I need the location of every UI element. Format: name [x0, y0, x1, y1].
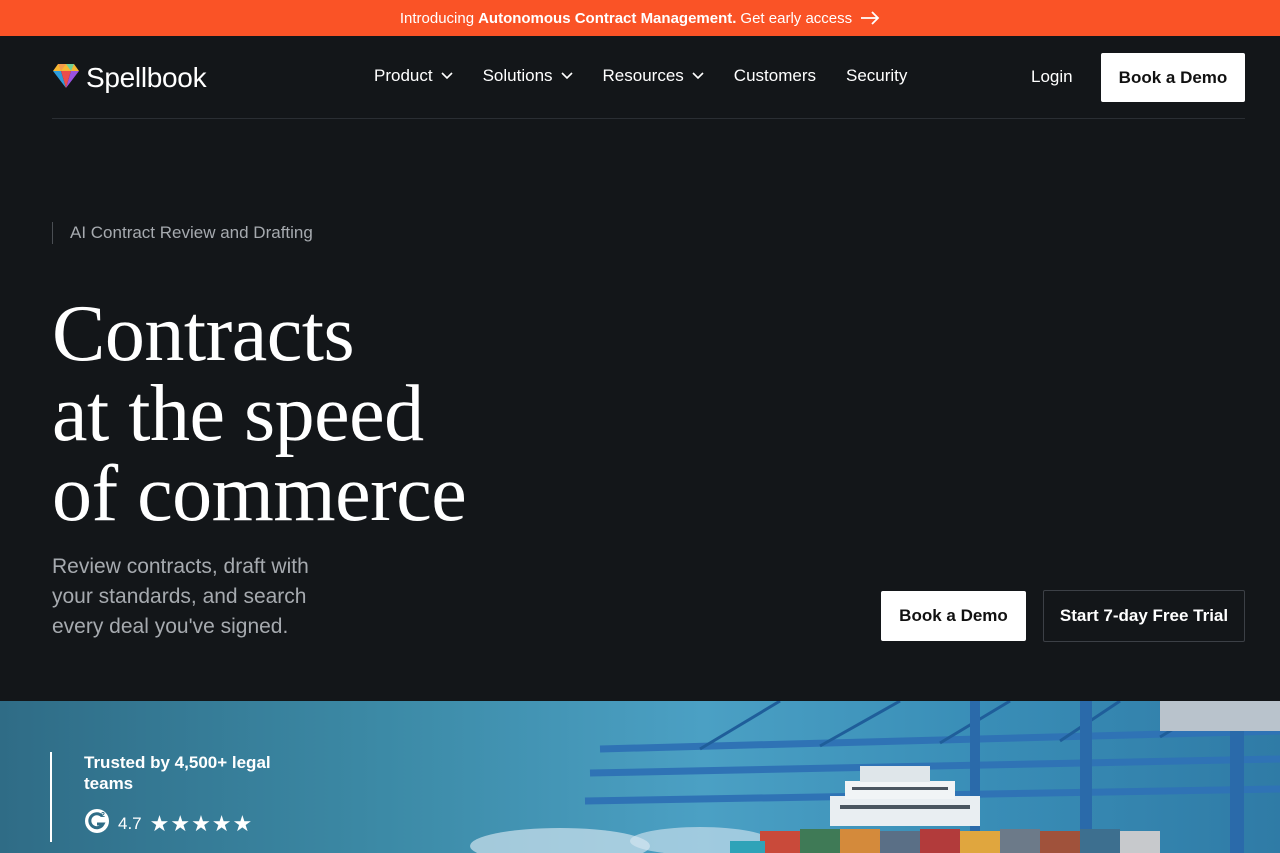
nav-item-solutions[interactable]: Solutions: [483, 66, 573, 86]
chevron-down-icon: [560, 72, 573, 80]
nav-item-resources[interactable]: Resources: [603, 66, 704, 86]
hero-book-demo-button[interactable]: Book a Demo: [881, 591, 1026, 641]
star-rating: ★★★★★: [149, 810, 254, 836]
headline-line-3: of commerce: [52, 450, 467, 538]
announcement-prefix: Introducing: [399, 9, 475, 27]
rating-value: 4.7: [118, 813, 142, 833]
headline-line-2: at the speed: [52, 370, 424, 458]
nav-item-label: Security: [845, 66, 908, 85]
hero-subtext: Review contracts, draft with your standa…: [52, 555, 309, 638]
chevron-down-icon: [692, 72, 704, 80]
trust-panel: Trusted by 4,500+ legal teams 2 4.7 ★★★★…: [50, 752, 274, 842]
announcement-highlight: Autonomous Contract Management.: [478, 9, 737, 27]
svg-text:2: 2: [101, 812, 105, 819]
hero-eyebrow: AI Contract Review and Drafting: [52, 222, 313, 244]
brand-logo[interactable]: Spellbook: [52, 62, 207, 94]
chevron-down-icon: [441, 72, 453, 80]
nav-item-label: Solutions: [482, 66, 553, 85]
login-link[interactable]: Login: [1031, 67, 1073, 87]
brand-name: Spellbook: [86, 62, 207, 93]
nav-item-label: Product: [374, 66, 433, 85]
announcement-bar[interactable]: Introducing Autonomous Contract Manageme…: [0, 0, 1280, 36]
nav-item-label: Customers: [733, 66, 816, 85]
gem-logo-icon: [52, 63, 80, 94]
rating-row: 2 4.7 ★★★★★: [84, 808, 274, 839]
trust-text: Trusted by 4,500+ legal teams: [84, 753, 271, 793]
arrow-right-icon[interactable]: [860, 11, 880, 25]
nav-item-label: Resources: [602, 66, 684, 85]
nav-item-security[interactable]: Security: [846, 66, 907, 86]
nav-item-product[interactable]: Product: [374, 66, 453, 86]
g2-icon: 2: [84, 808, 110, 839]
headline-line-1: Contracts: [52, 290, 355, 378]
nav-item-customers[interactable]: Customers: [734, 66, 816, 86]
announcement-cta[interactable]: Get early access: [740, 10, 852, 27]
hero-headline: Contracts at the speed of commerce: [52, 290, 467, 538]
main-nav: Spellbook Product Solutions Resources Cu…: [52, 36, 1245, 119]
nav-book-demo-button[interactable]: Book a Demo: [1101, 53, 1245, 102]
free-trial-button[interactable]: Start 7-day Free Trial: [1043, 590, 1245, 642]
nav-links: Product Solutions Resources Customers Se…: [374, 66, 907, 86]
